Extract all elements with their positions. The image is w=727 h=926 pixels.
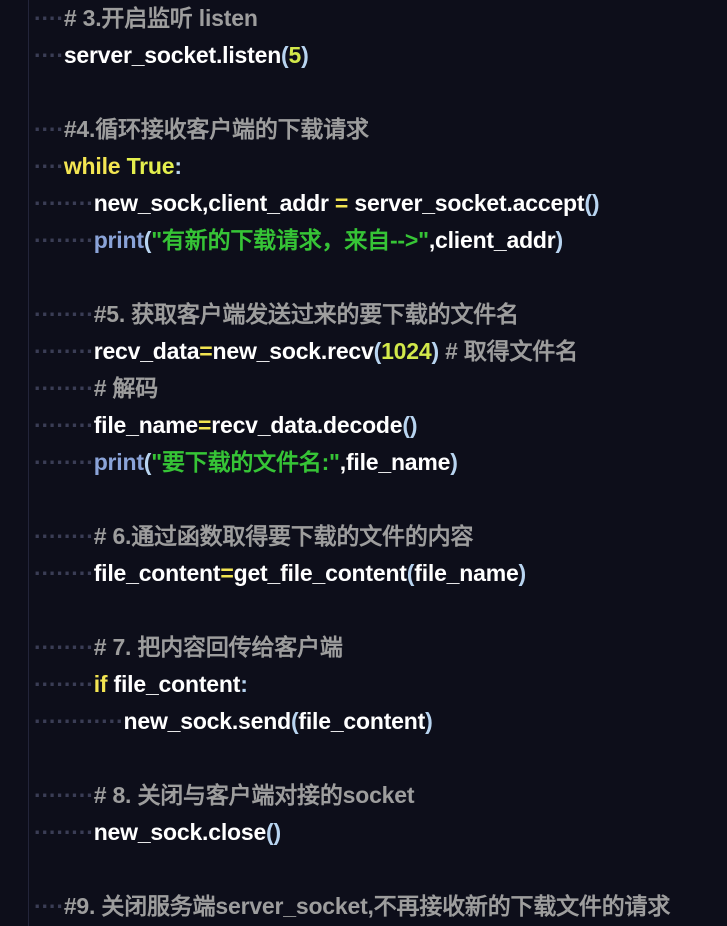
code-content[interactable]: ····# 3.开启监听 listen ····server_socket.lis… xyxy=(0,0,727,925)
token-id: new_sock,client_addr xyxy=(93,190,335,216)
line-blank-1[interactable] xyxy=(0,74,727,111)
token-cmt: #4.循环接收客户端的下载请求 xyxy=(63,116,369,142)
line-comment-3[interactable]: ····# 3.开启监听 listen xyxy=(0,0,727,37)
line-while-true[interactable]: ····while True: xyxy=(0,148,727,185)
token-num: 5 xyxy=(288,42,302,68)
token-op: = xyxy=(220,560,234,586)
whitespace-dots: ········ xyxy=(34,338,94,364)
line-comment-8[interactable]: ········# 8. 关闭与客户端对接的socket xyxy=(0,777,727,814)
line-if-file-content[interactable]: ········if file_content: xyxy=(0,666,727,703)
line-comment-5[interactable]: ········#5. 获取客户端发送过来的要下载的文件名 xyxy=(0,296,727,333)
token-id: file_content xyxy=(107,671,241,697)
whitespace-dots: ········ xyxy=(34,782,94,808)
token-pun: ( xyxy=(281,42,289,68)
token-op: = xyxy=(199,338,213,364)
whitespace-dots: ········ xyxy=(34,301,94,327)
line-accept[interactable]: ········new_sock,client_addr = server_so… xyxy=(0,185,727,222)
token-pun: ) xyxy=(518,560,527,586)
token-id: new_sock.recv xyxy=(212,338,374,364)
token-id: server_socket.accept xyxy=(348,190,585,216)
token-bool: True xyxy=(126,153,175,179)
token-id: ,file_name xyxy=(339,449,451,475)
token-num: 1024 xyxy=(381,338,432,364)
token-cmt: # 3.开启监听 listen xyxy=(63,5,258,31)
line-print-new-request[interactable]: ········print("有新的下载请求，来自-->",client_add… xyxy=(0,222,727,259)
line-blank-3[interactable] xyxy=(0,481,727,518)
token-id: recv_data xyxy=(93,338,200,364)
token-pun: ) xyxy=(450,449,458,475)
token-id: ,client_addr xyxy=(428,227,556,253)
whitespace-dots: ········ xyxy=(34,412,94,438)
line-print-file-name[interactable]: ········print("要下载的文件名:",file_name) xyxy=(0,444,727,481)
line-comment-6[interactable]: ········# 6.通过函数取得要下载的文件的内容 xyxy=(0,518,727,555)
token-id: file_content xyxy=(298,708,426,734)
whitespace-dots: ···· xyxy=(34,116,64,142)
token-pun: () xyxy=(402,412,418,438)
token-str: "有新的下载请求，来自-->" xyxy=(151,227,429,253)
token-pun: ) xyxy=(431,338,439,364)
line-blank-2[interactable] xyxy=(0,259,727,296)
whitespace-dots: ···· xyxy=(34,893,64,919)
line-comment-4[interactable]: ····#4.循环接收客户端的下载请求 xyxy=(0,111,727,148)
whitespace-dots: ············ xyxy=(34,708,124,734)
token-op: = xyxy=(334,190,349,216)
whitespace-dots: ········ xyxy=(34,227,94,253)
token-cmt: # 6.通过函数取得要下载的文件的内容 xyxy=(93,523,474,549)
token-cmt: # 解码 xyxy=(93,375,159,401)
token-fn: print xyxy=(93,227,144,253)
line-listen-call[interactable]: ····server_socket.listen(5) xyxy=(0,37,727,74)
token-id: server_socket.listen xyxy=(63,42,282,68)
whitespace-dots: ········ xyxy=(34,523,94,549)
whitespace-dots: ········ xyxy=(34,375,94,401)
token-id: new_sock.close xyxy=(93,819,267,845)
token-pun: () xyxy=(266,819,281,845)
line-close-new-sock[interactable]: ········new_sock.close() xyxy=(0,814,727,851)
token-id: new_sock.send xyxy=(123,708,292,734)
token-pun: ) xyxy=(555,227,564,253)
token-kw: if xyxy=(93,671,108,697)
token-pun: ( xyxy=(373,338,382,364)
line-get-file-content[interactable]: ········file_content=get_file_content(fi… xyxy=(0,555,727,592)
whitespace-dots: ········ xyxy=(34,819,94,845)
whitespace-dots: ········ xyxy=(34,634,94,660)
token-cmt: # 取得文件名 xyxy=(438,338,578,364)
token-pun: () xyxy=(584,190,600,216)
token-op: = xyxy=(198,412,212,438)
token-pun: : xyxy=(174,153,182,179)
token-pun: ) xyxy=(301,42,309,68)
token-pun: ) xyxy=(425,708,433,734)
token-id: file_content xyxy=(93,560,221,586)
token-id: get_file_content xyxy=(233,560,407,586)
line-comment-7[interactable]: ········# 7. 把内容回传给客户端 xyxy=(0,629,727,666)
whitespace-dots: ···· xyxy=(34,5,64,31)
line-recv-data[interactable]: ········recv_data=new_sock.recv(1024) # … xyxy=(0,333,727,370)
token-cmt: #9. 关闭服务端server_socket,不再接收新的下载文件的请求 xyxy=(63,893,671,919)
token-str: "要下载的文件名:" xyxy=(151,449,340,475)
whitespace-dots: ········ xyxy=(34,449,94,475)
line-blank-6[interactable] xyxy=(0,851,727,888)
code-editor[interactable]: ····# 3.开启监听 listen ····server_socket.lis… xyxy=(0,0,727,926)
line-comment-9[interactable]: ····#9. 关闭服务端server_socket,不再接收新的下载文件的请求 xyxy=(0,888,727,925)
whitespace-dots: ········ xyxy=(34,560,94,586)
whitespace-dots: ···· xyxy=(34,42,64,68)
line-blank-5[interactable] xyxy=(0,740,727,777)
token-cmt: #5. 获取客户端发送过来的要下载的文件名 xyxy=(93,301,519,327)
line-send-content[interactable]: ············new_sock.send(file_content) xyxy=(0,703,727,740)
token-id: recv_data.decode xyxy=(211,412,403,438)
token-kw: while xyxy=(63,153,121,179)
line-file-name-decode[interactable]: ········file_name=recv_data.decode() xyxy=(0,407,727,444)
token-id: file_name xyxy=(414,560,519,586)
token-cmt: # 7. 把内容回传给客户端 xyxy=(93,634,343,660)
token-id: file_name xyxy=(93,412,199,438)
whitespace-dots: ···· xyxy=(34,153,64,179)
whitespace-dots: ········ xyxy=(34,671,94,697)
line-blank-4[interactable] xyxy=(0,592,727,629)
token-fn: print xyxy=(93,449,144,475)
token-pun: : xyxy=(240,671,248,697)
token-cmt: # 8. 关闭与客户端对接的socket xyxy=(93,782,415,808)
line-comment-decode[interactable]: ········# 解码 xyxy=(0,370,727,407)
whitespace-dots: ········ xyxy=(34,190,94,216)
